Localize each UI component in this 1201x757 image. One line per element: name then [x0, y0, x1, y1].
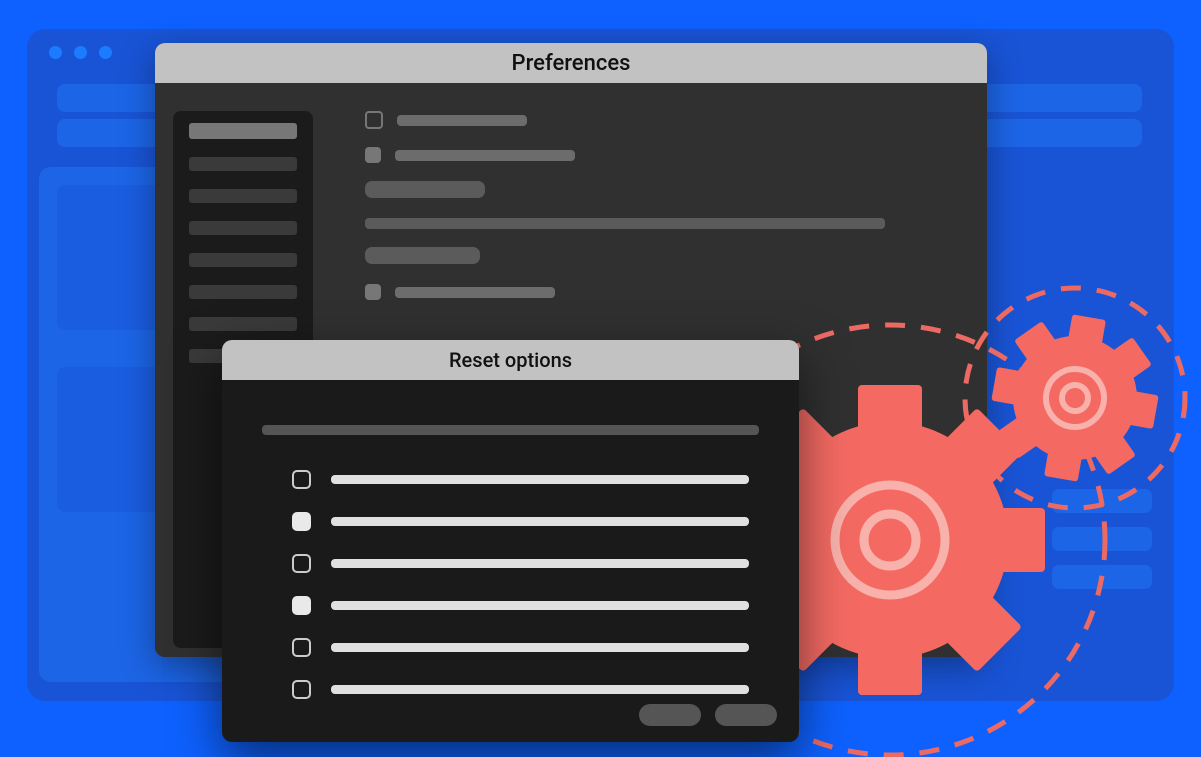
preferences-content — [365, 111, 959, 318]
reset-option-row — [292, 638, 749, 657]
dialog-subtitle-placeholder — [262, 425, 759, 435]
option-label-placeholder — [331, 559, 749, 568]
option-label-placeholder — [331, 475, 749, 484]
sidebar-item[interactable] — [189, 253, 297, 267]
option-label-placeholder — [331, 685, 749, 694]
sidebar-item[interactable] — [189, 285, 297, 299]
dialog-secondary-button[interactable] — [639, 704, 701, 726]
window-dot-icon — [49, 46, 62, 59]
option-label-placeholder — [331, 643, 749, 652]
text-placeholder — [365, 181, 485, 198]
reset-option-row — [292, 470, 749, 489]
window-traffic-lights — [49, 46, 112, 59]
option-checkbox[interactable] — [292, 596, 311, 615]
background-right-lines — [1052, 489, 1152, 603]
text-placeholder — [395, 150, 575, 161]
preferences-title: Preferences — [512, 51, 631, 76]
option-checkbox[interactable] — [292, 638, 311, 657]
background-placeholder-line — [1052, 565, 1152, 589]
option-label-placeholder — [331, 517, 749, 526]
text-placeholder — [365, 218, 885, 229]
preferences-row — [365, 111, 959, 129]
checkbox-icon[interactable] — [365, 111, 383, 129]
dialog-primary-button[interactable] — [715, 704, 777, 726]
background-placeholder-line — [1052, 489, 1152, 513]
preferences-row — [365, 218, 959, 229]
reset-options-title: Reset options — [449, 348, 572, 372]
reset-option-row — [292, 554, 749, 573]
reset-options-titlebar: Reset options — [222, 340, 799, 380]
stage: Preferences — [0, 0, 1201, 757]
sidebar-item[interactable] — [189, 123, 297, 139]
sidebar-item[interactable] — [189, 189, 297, 203]
window-dot-icon — [99, 46, 112, 59]
reset-options-list — [292, 470, 749, 722]
reset-option-row — [292, 596, 749, 615]
option-checkbox[interactable] — [292, 554, 311, 573]
preferences-row — [365, 181, 959, 198]
window-dot-icon — [74, 46, 87, 59]
checkbox-icon[interactable] — [365, 147, 381, 163]
checkbox-icon[interactable] — [365, 284, 381, 300]
reset-options-dialog: Reset options — [222, 340, 799, 742]
reset-option-row — [292, 512, 749, 531]
sidebar-item[interactable] — [189, 157, 297, 171]
preferences-row — [365, 147, 959, 163]
text-placeholder — [397, 115, 527, 126]
preferences-row — [365, 247, 959, 264]
dialog-button-row — [639, 704, 777, 726]
option-checkbox[interactable] — [292, 680, 311, 699]
preferences-titlebar: Preferences — [155, 43, 987, 83]
background-placeholder-line — [1052, 527, 1152, 551]
reset-option-row — [292, 680, 749, 699]
text-placeholder — [395, 287, 555, 298]
option-checkbox[interactable] — [292, 470, 311, 489]
text-placeholder — [365, 247, 480, 264]
sidebar-item[interactable] — [189, 317, 297, 331]
preferences-row — [365, 284, 959, 300]
sidebar-item[interactable] — [189, 221, 297, 235]
option-label-placeholder — [331, 601, 749, 610]
option-checkbox[interactable] — [292, 512, 311, 531]
